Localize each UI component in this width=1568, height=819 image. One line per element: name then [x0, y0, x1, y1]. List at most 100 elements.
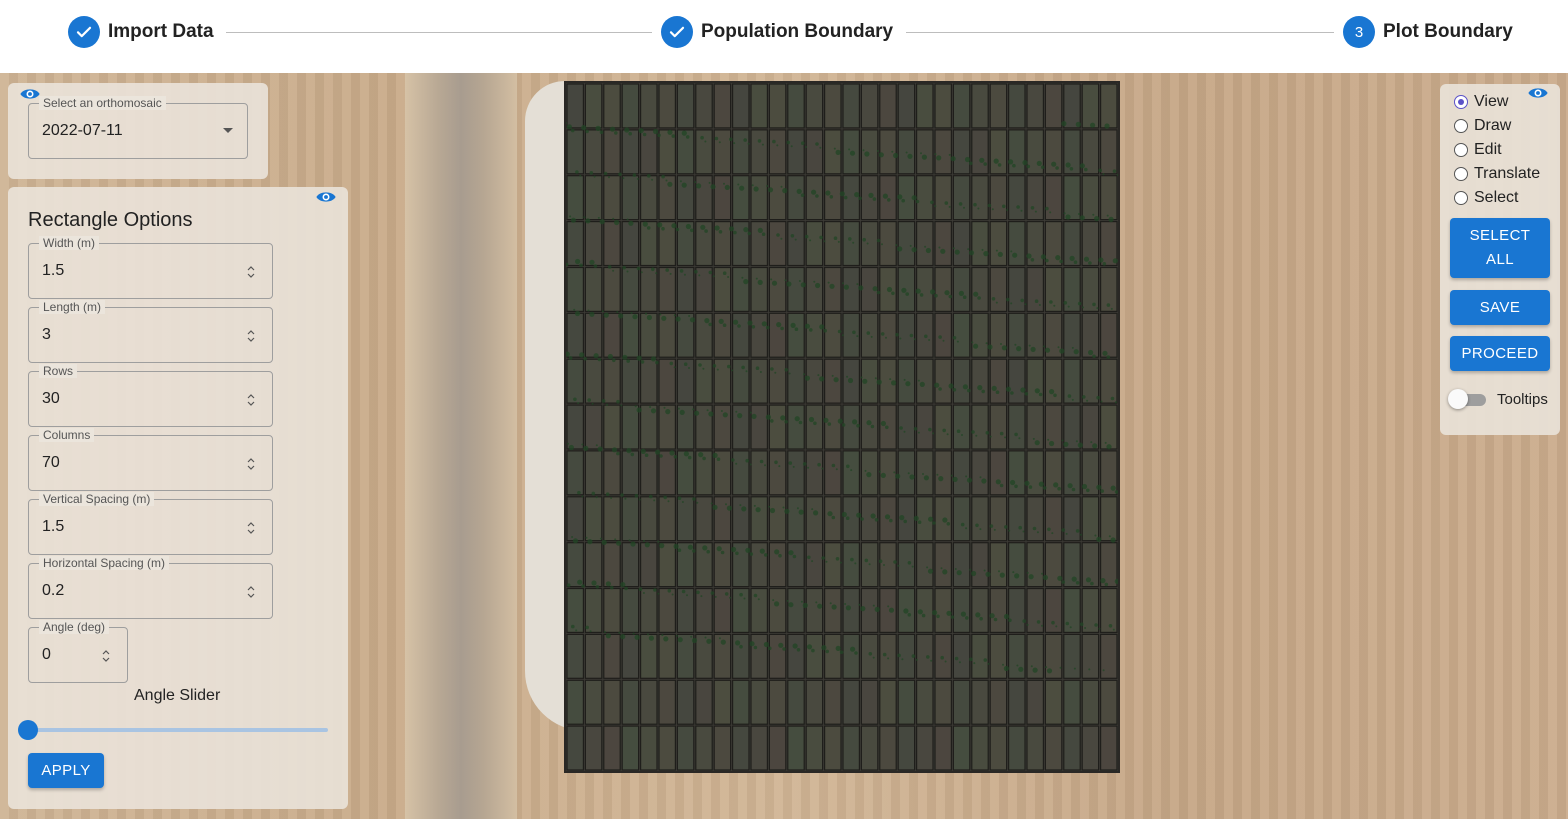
plot-rectangle[interactable]: [1008, 312, 1026, 358]
plot-rectangle[interactable]: [971, 129, 989, 175]
plot-rectangle[interactable]: [860, 633, 879, 679]
plot-rectangle[interactable]: [1081, 266, 1100, 313]
plot-rectangle[interactable]: [952, 221, 971, 267]
plot-rectangle[interactable]: [787, 587, 805, 634]
plot-rectangle[interactable]: [1026, 83, 1044, 129]
plot-rectangle[interactable]: [824, 312, 842, 358]
plot-rectangle[interactable]: [1008, 587, 1026, 634]
plot-rectangle[interactable]: [603, 312, 621, 358]
plot-rectangle[interactable]: [952, 358, 971, 404]
plot-rectangle[interactable]: [805, 358, 824, 404]
plot-rectangle[interactable]: [603, 83, 621, 129]
plot-rectangle[interactable]: [566, 587, 584, 634]
plot-rectangle[interactable]: [695, 496, 713, 542]
plot-rectangle[interactable]: [916, 450, 934, 496]
plot-rectangle[interactable]: [989, 312, 1008, 358]
plot-rectangle[interactable]: [1063, 266, 1081, 313]
plot-rectangle[interactable]: [1099, 404, 1118, 450]
plot-rectangle[interactable]: [897, 725, 916, 771]
plot-rectangle[interactable]: [805, 83, 824, 129]
plot-rectangle[interactable]: [658, 542, 676, 588]
vertical-spacing-input[interactable]: Vertical Spacing (m) 1.5: [28, 492, 273, 555]
plot-rectangle[interactable]: [897, 542, 916, 588]
plot-rectangle[interactable]: [1044, 725, 1063, 771]
plot-rectangle[interactable]: [916, 633, 934, 679]
plot-rectangle[interactable]: [1008, 725, 1026, 771]
plot-rectangle[interactable]: [566, 679, 584, 725]
plot-rectangle[interactable]: [732, 725, 750, 771]
plot-rectangle[interactable]: [713, 175, 732, 221]
plot-rectangle[interactable]: [842, 725, 860, 771]
plot-rectangle[interactable]: [584, 83, 603, 129]
plot-rectangle[interactable]: [639, 175, 658, 221]
plot-rectangle[interactable]: [1063, 725, 1081, 771]
plot-rectangle[interactable]: [1008, 129, 1026, 175]
plot-rectangle[interactable]: [805, 679, 824, 725]
plot-rectangle[interactable]: [989, 83, 1008, 129]
plot-rectangle[interactable]: [805, 129, 824, 175]
plot-rectangle[interactable]: [750, 83, 768, 129]
plot-rectangle[interactable]: [787, 404, 805, 450]
plot-rectangle[interactable]: [621, 266, 640, 313]
plot-rectangle[interactable]: [842, 450, 860, 496]
plot-rectangle[interactable]: [750, 496, 768, 542]
plot-rectangle[interactable]: [805, 266, 824, 313]
plot-rectangle[interactable]: [603, 679, 621, 725]
plot-rectangle[interactable]: [897, 450, 916, 496]
plot-rectangle[interactable]: [860, 221, 879, 267]
eye-icon[interactable]: [1527, 86, 1549, 100]
plot-rectangle[interactable]: [1044, 496, 1063, 542]
plot-rectangle[interactable]: [768, 312, 787, 358]
plot-rectangle[interactable]: [1081, 175, 1100, 221]
plot-rectangle[interactable]: [768, 679, 787, 725]
plot-rectangle[interactable]: [860, 312, 879, 358]
plot-rectangle[interactable]: [732, 450, 750, 496]
plot-rectangle[interactable]: [916, 679, 934, 725]
plot-rectangle[interactable]: [971, 587, 989, 634]
mode-draw[interactable]: Draw: [1454, 116, 1511, 136]
plot-rectangle[interactable]: [971, 542, 989, 588]
plot-rectangle[interactable]: [584, 312, 603, 358]
mode-select[interactable]: Select: [1454, 188, 1518, 208]
plot-rectangle[interactable]: [1008, 358, 1026, 404]
plot-rectangle[interactable]: [824, 587, 842, 634]
plot-rectangle[interactable]: [952, 129, 971, 175]
plot-rectangle[interactable]: [952, 587, 971, 634]
plot-rectangle[interactable]: [584, 404, 603, 450]
plot-rectangle[interactable]: [952, 679, 971, 725]
plot-rectangle[interactable]: [1026, 679, 1044, 725]
plot-rectangle[interactable]: [1008, 266, 1026, 313]
plot-rectangle[interactable]: [658, 679, 676, 725]
plot-rectangle[interactable]: [566, 725, 584, 771]
plot-rectangle[interactable]: [1063, 83, 1081, 129]
plot-rectangle[interactable]: [1099, 496, 1118, 542]
plot-grid[interactable]: [564, 81, 1120, 773]
angle-slider-track[interactable]: [28, 728, 328, 732]
radio-icon[interactable]: [1454, 143, 1468, 157]
plot-rectangle[interactable]: [842, 633, 860, 679]
plot-rectangle[interactable]: [621, 175, 640, 221]
plot-rectangle[interactable]: [824, 450, 842, 496]
plot-rectangle[interactable]: [750, 633, 768, 679]
plot-rectangle[interactable]: [639, 633, 658, 679]
plot-rectangle[interactable]: [916, 221, 934, 267]
mode-translate[interactable]: Translate: [1454, 164, 1540, 184]
plot-rectangle[interactable]: [934, 358, 952, 404]
plot-rectangle[interactable]: [952, 266, 971, 313]
tooltips-toggle[interactable]: [1448, 389, 1486, 409]
plot-rectangle[interactable]: [879, 129, 897, 175]
plot-rectangle[interactable]: [824, 542, 842, 588]
length-input[interactable]: Length (m) 3: [28, 300, 273, 363]
plot-rectangle[interactable]: [842, 496, 860, 542]
plot-rectangle[interactable]: [566, 129, 584, 175]
plot-rectangle[interactable]: [952, 83, 971, 129]
plot-rectangle[interactable]: [1099, 358, 1118, 404]
plot-rectangle[interactable]: [639, 679, 658, 725]
plot-rectangle[interactable]: [768, 129, 787, 175]
plot-rectangle[interactable]: [713, 542, 732, 588]
plot-rectangle[interactable]: [897, 358, 916, 404]
plot-rectangle[interactable]: [897, 83, 916, 129]
plot-rectangle[interactable]: [584, 633, 603, 679]
plot-rectangle[interactable]: [584, 175, 603, 221]
plot-rectangle[interactable]: [584, 450, 603, 496]
